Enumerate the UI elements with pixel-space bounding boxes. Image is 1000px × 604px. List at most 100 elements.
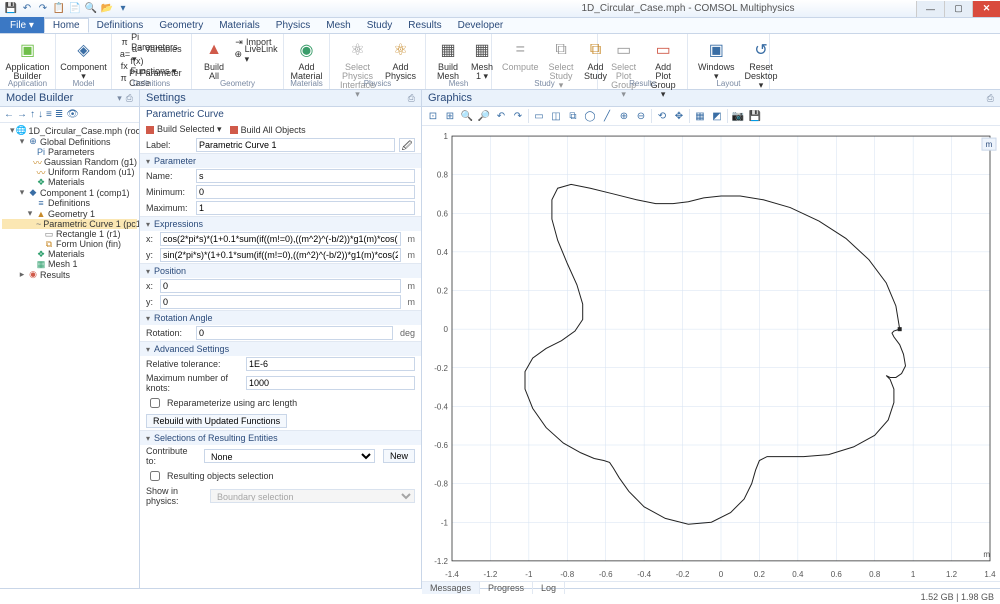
tab-geometry[interactable]: Geometry bbox=[151, 18, 211, 33]
select-line-icon[interactable]: ╱ bbox=[600, 109, 614, 123]
eye-icon[interactable]: 👁 bbox=[66, 109, 79, 120]
add-material-button[interactable]: ◉Add Material bbox=[290, 36, 323, 83]
zoom-out-icon[interactable]: 🔎 bbox=[477, 109, 491, 123]
label-edit-icon[interactable]: 🖉 bbox=[399, 138, 415, 152]
tree-node[interactable]: ▾⊕Global Definitions bbox=[2, 136, 137, 147]
tree-node[interactable]: ▦Mesh 1 bbox=[2, 259, 137, 269]
paste-icon[interactable]: 📄 bbox=[68, 2, 82, 16]
select-rect-icon[interactable]: ◫ bbox=[549, 109, 563, 123]
nav-down-icon[interactable]: → bbox=[17, 109, 27, 120]
save-icon[interactable]: 💾 bbox=[4, 2, 18, 16]
position-section[interactable]: Position bbox=[140, 264, 421, 278]
contribute-select[interactable]: None bbox=[204, 449, 375, 463]
zoom-extents-icon[interactable]: ⊞ bbox=[443, 109, 457, 123]
build-selected-button[interactable]: Build Selected ▾ bbox=[146, 124, 222, 135]
expand-icon[interactable]: ≣ bbox=[55, 109, 63, 120]
select-plot-button[interactable]: ▭Select Plot Group ▾ bbox=[604, 36, 643, 101]
nav-back-icon[interactable]: ↶ bbox=[494, 109, 508, 123]
build-all-button[interactable]: ▲Build All bbox=[198, 36, 230, 83]
nav-up-icon[interactable]: ← bbox=[4, 109, 14, 120]
tree-node[interactable]: ❖Materials bbox=[2, 249, 137, 259]
build-mesh-button[interactable]: ▦Build Mesh bbox=[432, 36, 464, 83]
tree-down-icon[interactable]: ↓ bbox=[38, 109, 43, 120]
panel-menu-icon[interactable]: ▾ bbox=[117, 93, 122, 104]
tab-materials[interactable]: Materials bbox=[211, 18, 268, 33]
log-tab[interactable]: Log bbox=[533, 582, 565, 594]
tree-node[interactable]: ▭Rectangle 1 (r1) bbox=[2, 229, 137, 239]
knots-input[interactable] bbox=[246, 376, 415, 390]
tree-node[interactable]: ≡Definitions bbox=[2, 198, 137, 208]
tree-node[interactable]: 〰Gaussian Random (g1) bbox=[2, 157, 137, 167]
tree-node[interactable]: ▸◉Results bbox=[2, 269, 137, 280]
nav-fwd-icon[interactable]: ↷ bbox=[511, 109, 525, 123]
find-icon[interactable]: 🔍 bbox=[84, 2, 98, 16]
select-physics-button[interactable]: ⚛Select Physics Interface ▾ bbox=[336, 36, 379, 101]
undo-icon[interactable]: ↶ bbox=[20, 2, 34, 16]
tab-mesh[interactable]: Mesh bbox=[318, 18, 358, 33]
expr-y-input[interactable] bbox=[160, 248, 401, 262]
select-box-icon[interactable]: ▭ bbox=[532, 109, 546, 123]
tree-node[interactable]: ▾🌐1D_Circular_Case.mph (root) bbox=[2, 125, 137, 136]
screenshot-icon[interactable]: 📷 bbox=[731, 109, 745, 123]
tab-developer[interactable]: Developer bbox=[450, 18, 512, 33]
selections-section[interactable]: Selections of Resulting Entities bbox=[140, 431, 421, 445]
add-plot-button[interactable]: ▭Add Plot Group ▾ bbox=[645, 36, 681, 101]
panel-pin-icon[interactable]: ⎙ bbox=[987, 93, 994, 104]
label-input[interactable] bbox=[196, 138, 395, 152]
move-icon[interactable]: ✥ bbox=[672, 109, 686, 123]
reparam-checkbox[interactable] bbox=[150, 398, 160, 408]
progress-tab[interactable]: Progress bbox=[480, 582, 533, 594]
pos-x-input[interactable] bbox=[160, 279, 401, 293]
tree-node[interactable]: PiParameters bbox=[2, 147, 137, 157]
tree-node[interactable]: ⧉Form Union (fin) bbox=[2, 239, 137, 249]
tab-home[interactable]: Home bbox=[44, 18, 89, 33]
select-circle-icon[interactable]: ◯ bbox=[583, 109, 597, 123]
zoom-window-icon[interactable]: ⊡ bbox=[426, 109, 440, 123]
collapse-icon[interactable]: ≡ bbox=[46, 109, 52, 120]
redo-icon[interactable]: ↷ bbox=[36, 2, 50, 16]
maximize-button[interactable]: ▢ bbox=[944, 1, 972, 17]
tolerance-input[interactable] bbox=[246, 357, 415, 371]
select-rem-icon[interactable]: ⊖ bbox=[634, 109, 648, 123]
graphics-canvas[interactable]: -1.4-1.2-1-0.8-0.6-0.4-0.200.20.40.60.81… bbox=[422, 126, 1000, 581]
select-add-icon[interactable]: ⊕ bbox=[617, 109, 631, 123]
component-button[interactable]: ◈Component ▾ bbox=[62, 36, 105, 83]
copy-icon[interactable]: 📋 bbox=[52, 2, 66, 16]
file-menu[interactable]: File ▾ bbox=[0, 17, 44, 33]
add-physics-button[interactable]: ⚛Add Physics bbox=[381, 36, 420, 101]
show-physics-select[interactable]: Boundary selection bbox=[210, 489, 415, 503]
tree-node[interactable]: ~Parametric Curve 1 (pc1) bbox=[2, 219, 137, 229]
param-min-input[interactable] bbox=[196, 185, 415, 199]
livelink-button[interactable]: ⊕LiveLink ▾ bbox=[232, 48, 281, 60]
view-3d1-icon[interactable]: ▦ bbox=[693, 109, 707, 123]
tree-node[interactable]: ▾▲Geometry 1 bbox=[2, 208, 137, 219]
screenshot-save-icon[interactable]: 💾 bbox=[748, 109, 762, 123]
select-rect2-icon[interactable]: ⧉ bbox=[566, 109, 580, 123]
expr-x-input[interactable] bbox=[160, 232, 401, 246]
resulting-objects-checkbox[interactable] bbox=[150, 471, 160, 481]
parameter-section[interactable]: Parameter bbox=[140, 154, 421, 168]
view-3d2-icon[interactable]: ◩ bbox=[710, 109, 724, 123]
advanced-section[interactable]: Advanced Settings bbox=[140, 342, 421, 356]
zoom-in-icon[interactable]: 🔍 bbox=[460, 109, 474, 123]
tree-node[interactable]: 〰Uniform Random (u1) bbox=[2, 167, 137, 177]
rebuild-button[interactable]: Rebuild with Updated Functions bbox=[146, 414, 287, 428]
tree-node[interactable]: ▾◆Component 1 (comp1) bbox=[2, 187, 137, 198]
build-all-objects-button[interactable]: Build All Objects bbox=[230, 125, 306, 135]
new-button[interactable]: New bbox=[383, 449, 415, 463]
minimize-button[interactable]: — bbox=[916, 1, 944, 17]
tab-study[interactable]: Study bbox=[359, 18, 401, 33]
pos-y-input[interactable] bbox=[160, 295, 401, 309]
model-tree[interactable]: ▾🌐1D_Circular_Case.mph (root)▾⊕Global De… bbox=[0, 123, 139, 588]
expressions-section[interactable]: Expressions bbox=[140, 217, 421, 231]
close-button[interactable]: ✕ bbox=[972, 1, 1000, 17]
open-icon[interactable]: 📂 bbox=[100, 2, 114, 16]
tree-up-icon[interactable]: ↑ bbox=[30, 109, 35, 120]
rotation-input[interactable] bbox=[196, 326, 393, 340]
rotate-icon[interactable]: ⟲ bbox=[655, 109, 669, 123]
app-builder-button[interactable]: ▣Application Builder bbox=[6, 36, 49, 83]
param-max-input[interactable] bbox=[196, 201, 415, 215]
panel-pin-icon[interactable]: ⎙ bbox=[126, 93, 133, 104]
help-icon[interactable]: ▾ bbox=[116, 2, 130, 16]
tree-node[interactable]: ❖Materials bbox=[2, 177, 137, 187]
